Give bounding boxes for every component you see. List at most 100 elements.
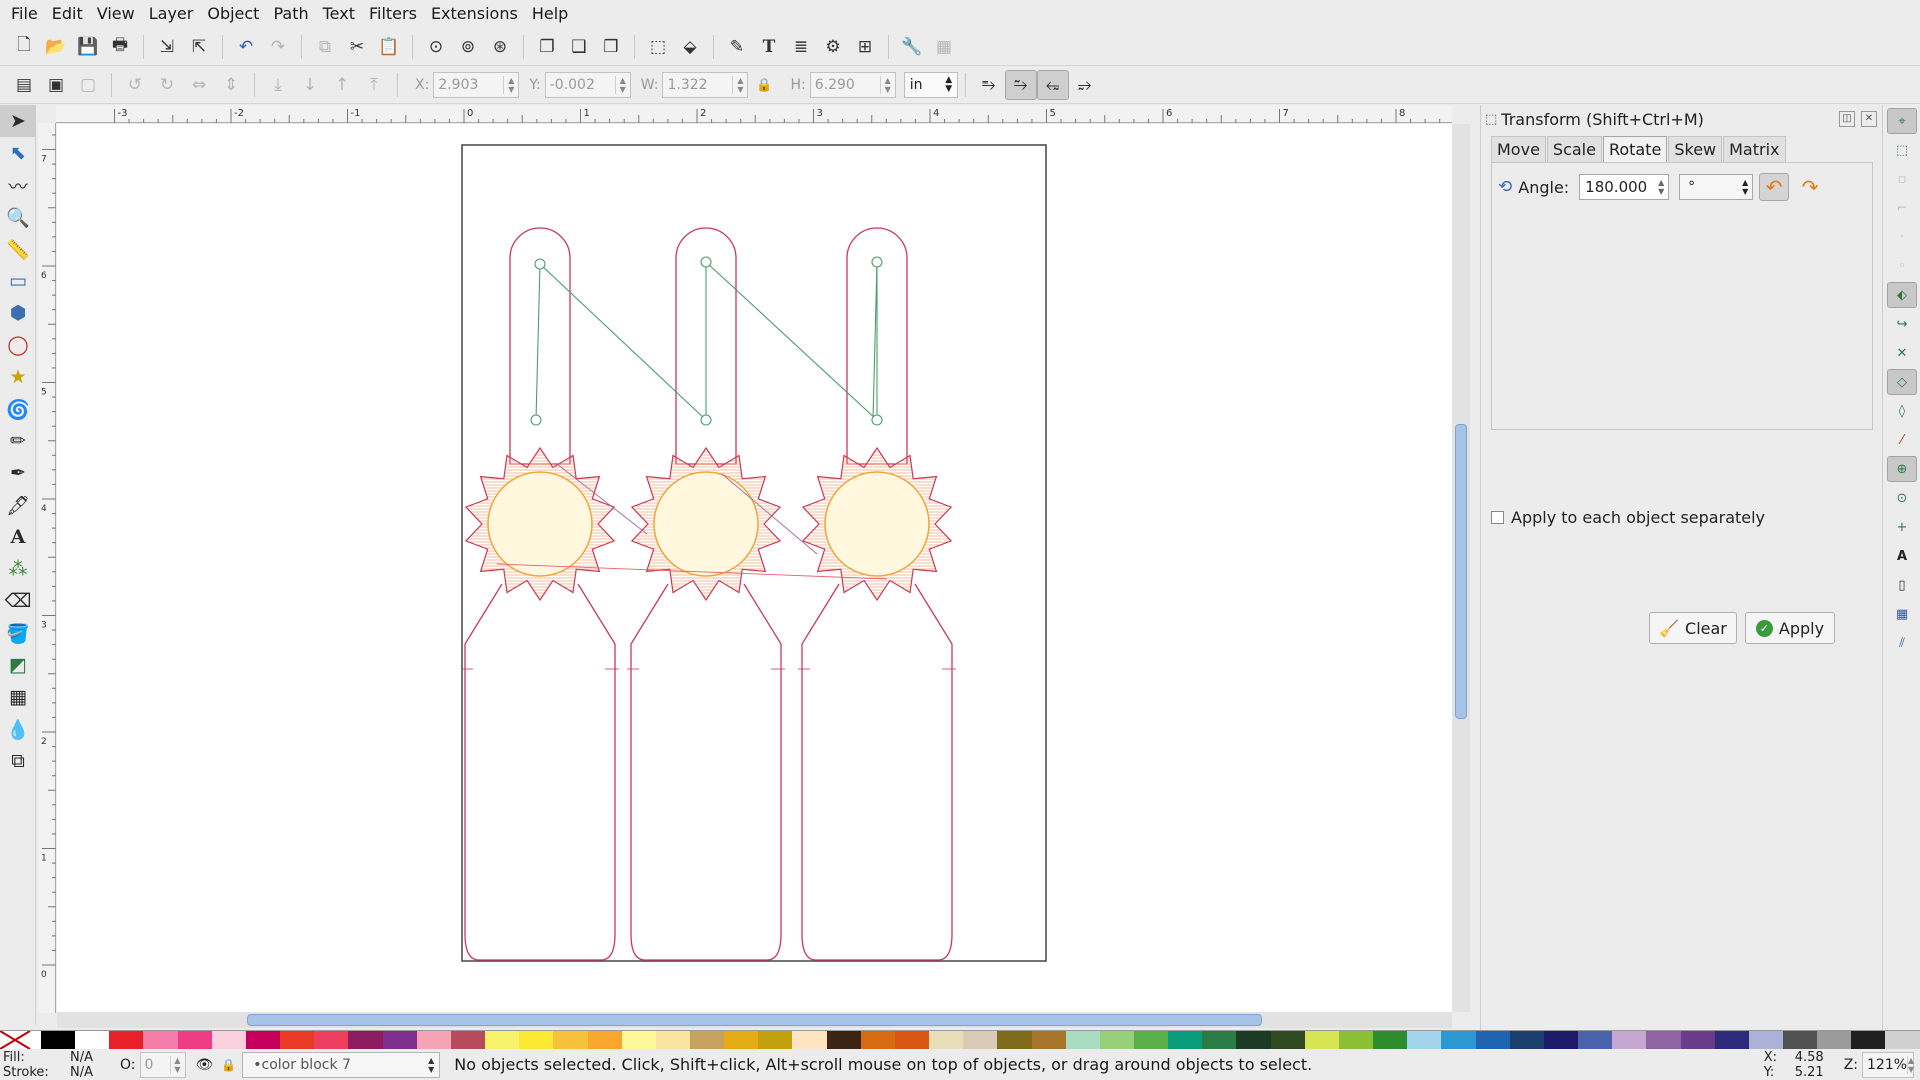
- lower-icon[interactable]: ↓: [294, 70, 326, 100]
- color-swatch[interactable]: [1817, 1031, 1852, 1049]
- dock-close-icon[interactable]: ✕: [1861, 111, 1877, 127]
- snap-others-icon[interactable]: ⊕: [1887, 456, 1917, 482]
- color-swatch[interactable]: [109, 1031, 144, 1049]
- color-swatch[interactable]: [1543, 1031, 1579, 1049]
- color-swatch[interactable]: [143, 1031, 178, 1049]
- cut-icon[interactable]: ✂: [341, 32, 373, 62]
- spray-tool-icon[interactable]: ⁂: [0, 553, 36, 585]
- menu-edit[interactable]: Edit: [45, 4, 90, 23]
- snap-rotation-center-icon[interactable]: +: [1887, 514, 1917, 540]
- color-swatch[interactable]: [382, 1031, 417, 1049]
- layers-icon[interactable]: ≣: [785, 32, 817, 62]
- menu-text[interactable]: Text: [316, 4, 362, 23]
- color-swatch[interactable]: [724, 1031, 759, 1049]
- apply-button[interactable]: ✓ Apply: [1745, 612, 1835, 644]
- open-file-icon[interactable]: 📂: [40, 32, 72, 62]
- angle-input[interactable]: 180.000 ▲ ▼: [1579, 174, 1670, 200]
- snap-object-center-icon[interactable]: ⊙: [1887, 485, 1917, 511]
- color-swatch[interactable]: [553, 1031, 588, 1049]
- snap-nodes-icon[interactable]: ⬖: [1887, 282, 1917, 308]
- selector-tool-icon[interactable]: ➤: [0, 105, 36, 137]
- snap-enable-icon[interactable]: ⌖: [1887, 108, 1917, 134]
- snap-bbox-corner-icon[interactable]: ⌐: [1887, 195, 1917, 221]
- snap-bbox-center-icon[interactable]: ◦: [1887, 253, 1917, 279]
- color-swatch[interactable]: [314, 1031, 349, 1049]
- menu-extensions[interactable]: Extensions: [424, 4, 525, 23]
- checkbox-box[interactable]: [1491, 511, 1504, 524]
- calligraphy-tool-icon[interactable]: 🖋: [0, 489, 36, 521]
- layer-lock-icon[interactable]: 🔒: [221, 1058, 236, 1072]
- zoom-selection-icon[interactable]: ⊙: [420, 32, 452, 62]
- measure-tool-icon[interactable]: 📏: [0, 233, 36, 265]
- eraser-tool-icon[interactable]: ⌫: [0, 585, 36, 617]
- spin-arrows-icon[interactable]: ▲ ▼: [614, 76, 630, 94]
- color-swatch[interactable]: [860, 1031, 895, 1049]
- color-swatch[interactable]: [792, 1031, 827, 1049]
- color-swatch[interactable]: [997, 1031, 1032, 1049]
- color-swatch[interactable]: [1373, 1031, 1408, 1049]
- snap-guides-icon[interactable]: ⫽: [1887, 630, 1917, 656]
- tab-move[interactable]: Move: [1491, 136, 1546, 162]
- snap-bbox-icon[interactable]: ⬚: [1887, 137, 1917, 163]
- color-swatch[interactable]: [929, 1031, 964, 1049]
- color-swatch[interactable]: [1236, 1031, 1271, 1049]
- color-swatch[interactable]: [75, 1031, 110, 1049]
- menu-filters[interactable]: Filters: [362, 4, 424, 23]
- move-gradients-icon[interactable]: ⥳: [1036, 70, 1069, 100]
- snap-line-midpoints-icon[interactable]: ⁄: [1887, 427, 1917, 453]
- export-icon[interactable]: ⇱: [183, 32, 215, 62]
- star-tool-icon[interactable]: ★: [0, 361, 36, 393]
- mesh-tool-icon[interactable]: ▦: [0, 681, 36, 713]
- document-properties-icon[interactable]: ⚙: [817, 32, 849, 62]
- connector-tool-icon[interactable]: ⧉: [0, 745, 36, 777]
- snap-paths-icon[interactable]: ↪: [1887, 311, 1917, 337]
- snap-bbox-midpoint-icon[interactable]: ·: [1887, 224, 1917, 250]
- symbols-icon[interactable]: ▦: [928, 32, 960, 62]
- color-swatch[interactable]: [1441, 1031, 1476, 1049]
- x-input[interactable]: 2.903 ▲ ▼: [433, 72, 520, 98]
- menu-view[interactable]: View: [90, 4, 142, 23]
- color-swatch[interactable]: [211, 1031, 246, 1049]
- undo-icon[interactable]: ↶: [230, 32, 262, 62]
- xml-editor-icon[interactable]: ✎: [721, 32, 753, 62]
- spin-arrows-icon[interactable]: ▲ ▼: [1654, 178, 1668, 196]
- color-swatch[interactable]: [41, 1031, 76, 1049]
- pencil-tool-icon[interactable]: ✏: [0, 425, 36, 457]
- tweak-tool-icon[interactable]: 〰: [0, 169, 36, 201]
- color-swatch[interactable]: [1714, 1031, 1749, 1049]
- tab-skew[interactable]: Skew: [1668, 136, 1723, 162]
- tab-scale[interactable]: Scale: [1546, 136, 1602, 162]
- rotate-ccw-icon[interactable]: ↺: [119, 70, 151, 100]
- snap-text-baseline-icon[interactable]: A: [1887, 543, 1917, 569]
- menu-layer[interactable]: Layer: [142, 4, 201, 23]
- color-swatch[interactable]: [1475, 1031, 1510, 1049]
- spin-arrows-icon[interactable]: ▲ ▼: [879, 76, 895, 94]
- text-font-icon[interactable]: T: [753, 32, 785, 62]
- color-swatch[interactable]: [689, 1031, 725, 1049]
- color-swatch[interactable]: [1646, 1031, 1681, 1049]
- dock-iconify-icon[interactable]: ◫: [1839, 111, 1855, 127]
- horizontal-scrollbar[interactable]: [57, 1012, 1452, 1028]
- zoom-input[interactable]: 121% ▲ ▼: [1862, 1051, 1914, 1078]
- color-swatch[interactable]: [1612, 1031, 1647, 1049]
- color-swatch[interactable]: [1578, 1031, 1613, 1049]
- rotate-counterclockwise-icon[interactable]: ↶: [1759, 173, 1790, 201]
- paint-bucket-tool-icon[interactable]: 🪣: [0, 617, 36, 649]
- redo-icon[interactable]: ↷: [262, 32, 294, 62]
- color-swatch[interactable]: [1270, 1031, 1305, 1049]
- snap-cusp-nodes-icon[interactable]: ◇: [1887, 369, 1917, 395]
- menu-file[interactable]: File: [4, 4, 45, 23]
- unit-select[interactable]: in ▲ ▼: [903, 72, 958, 98]
- move-patterns-icon[interactable]: ⥴: [1069, 70, 1101, 100]
- color-swatch[interactable]: [1748, 1031, 1783, 1049]
- color-swatch[interactable]: [450, 1031, 486, 1049]
- color-swatch[interactable]: [894, 1031, 930, 1049]
- color-swatch[interactable]: [1782, 1031, 1818, 1049]
- tab-matrix[interactable]: Matrix: [1723, 136, 1786, 162]
- color-swatch[interactable]: [1407, 1031, 1442, 1049]
- snap-page-border-icon[interactable]: ▯: [1887, 572, 1917, 598]
- color-swatch[interactable]: [1099, 1031, 1134, 1049]
- spin-arrows-icon[interactable]: ▲ ▼: [169, 1055, 185, 1074]
- flip-horizontal-icon[interactable]: ⇔: [183, 70, 215, 100]
- node-tool-icon[interactable]: ⬉: [0, 137, 36, 169]
